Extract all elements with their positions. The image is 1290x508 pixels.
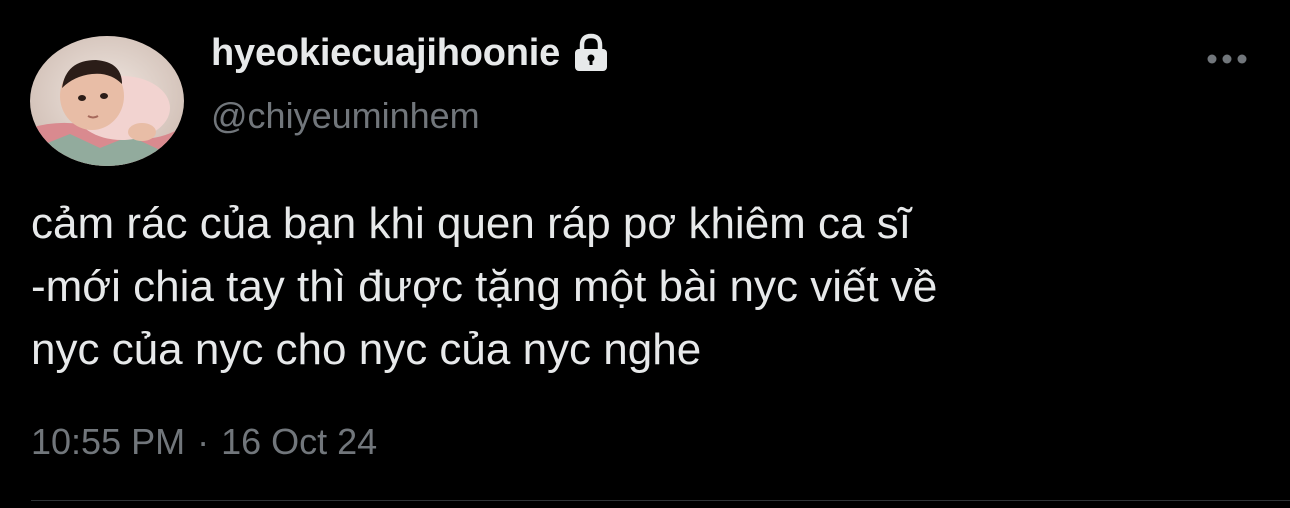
tweet-card: hyeokiecuajihoonie @chiyeuminhem cảm rác… xyxy=(0,0,1290,508)
meta-separator: · xyxy=(197,421,210,462)
more-horizontal-icon[interactable] xyxy=(1204,44,1250,74)
tweet-date[interactable]: 16 Oct 24 xyxy=(221,421,377,463)
tweet-text: cảm rác của bạn khi quen ráp pơ khiêm ca… xyxy=(31,199,938,374)
display-name[interactable]: hyeokiecuajihoonie xyxy=(211,32,560,75)
avatar-image xyxy=(30,36,184,166)
tweet-meta: 10:55 PM · 16 Oct 24 xyxy=(31,421,377,463)
divider xyxy=(31,500,1290,501)
avatar[interactable] xyxy=(30,36,184,166)
display-name-row: hyeokiecuajihoonie xyxy=(211,30,610,76)
user-handle[interactable]: @chiyeuminhem xyxy=(211,95,480,137)
tweet-time[interactable]: 10:55 PM xyxy=(31,421,185,463)
lock-icon xyxy=(572,33,610,73)
